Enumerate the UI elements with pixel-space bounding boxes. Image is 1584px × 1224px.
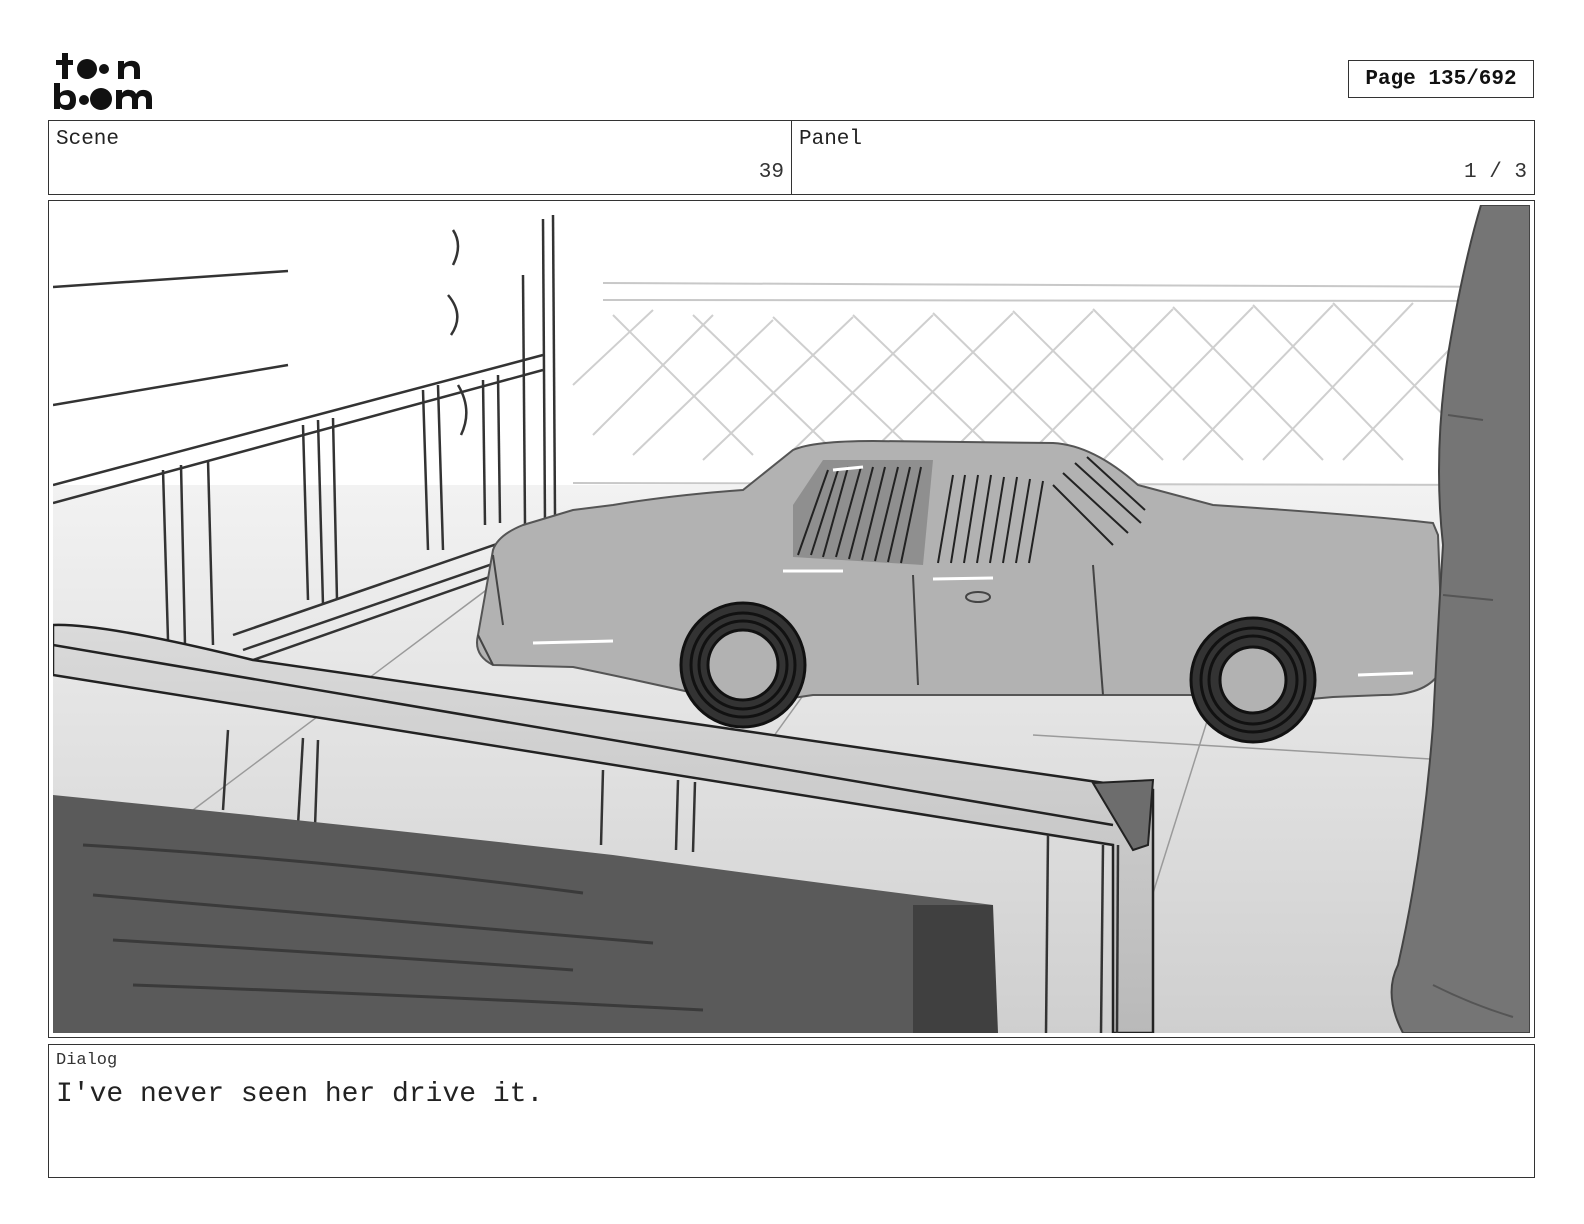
page-indicator: Page 135/692: [1348, 60, 1534, 98]
scene-number: 39: [758, 161, 784, 184]
dialog-box: Dialog I've never seen her drive it.: [48, 1044, 1535, 1178]
panel-number: 1 / 3: [1463, 161, 1527, 184]
storyboard-sketch-image: [53, 205, 1530, 1033]
panel-cell: Panel 1 / 3: [791, 121, 1534, 194]
scene-label: Scene: [56, 128, 120, 151]
scene-panel-info: Scene 39 Panel 1 / 3: [48, 120, 1535, 195]
dialog-text: I've never seen her drive it.: [56, 1079, 544, 1110]
toon-boom-logo: [52, 50, 164, 112]
panel-label: Panel: [799, 128, 863, 151]
dialog-label: Dialog: [56, 1051, 118, 1070]
scene-cell: Scene 39: [49, 121, 791, 194]
storyboard-panel: [48, 200, 1535, 1038]
